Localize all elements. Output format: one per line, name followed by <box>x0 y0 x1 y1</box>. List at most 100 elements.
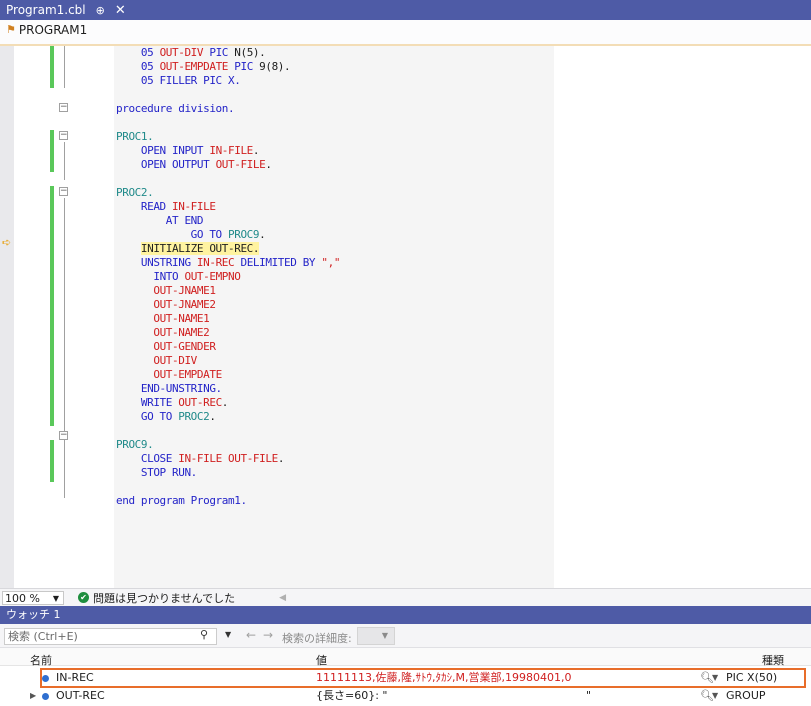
search-depth-label: 検索の詳細度: <box>282 632 352 645</box>
navigation-bar[interactable]: ⚑ PROGRAM1 <box>0 20 811 46</box>
code-line[interactable]: WRITE OUT-REC. <box>116 396 229 410</box>
code-line[interactable]: OUT-NAME1 <box>116 312 209 326</box>
code-line[interactable]: OPEN INPUT IN-FILE. <box>116 144 260 158</box>
watch-row[interactable]: ▶ OUT-REC {長さ=60}: " " 🔍︎ ▼ GROUP <box>0 688 811 704</box>
code-token: 05 <box>140 46 160 59</box>
code-token: . <box>221 396 229 409</box>
search-previous-icon[interactable]: ← <box>246 628 256 642</box>
watch-toolbar: 検索 (Ctrl+E) ⚲ ▼ ← → 検索の詳細度: ▼ <box>0 624 811 648</box>
code-token: . <box>259 228 266 241</box>
issues-status[interactable]: 問題は見つかりませんでした <box>93 590 235 606</box>
close-tab-icon[interactable]: ✕ <box>115 3 126 18</box>
zoom-value: 100 % <box>5 591 40 605</box>
outline-guide <box>64 46 65 88</box>
fold-toggle[interactable]: − <box>59 103 68 112</box>
watch-column-headers: 名前 値 種類 <box>0 648 811 668</box>
check-icon: ✔ <box>78 592 89 603</box>
column-header-type[interactable]: 種類 <box>762 652 784 668</box>
code-line[interactable]: OUT-JNAME2 <box>116 298 216 312</box>
code-line[interactable]: CLOSE IN-FILE OUT-FILE. <box>116 452 285 466</box>
code-line[interactable]: GO TO PROC9. <box>116 228 266 242</box>
watch-search-input[interactable]: 検索 (Ctrl+E) <box>4 628 217 645</box>
outline-guide <box>64 142 65 180</box>
code-token: OPEN OUTPUT <box>140 158 216 171</box>
code-token: READ <box>140 200 173 213</box>
code-token: WRITE <box>140 396 179 409</box>
program-scope-icon: ⚑ <box>6 23 16 36</box>
code-token: IN-FILE <box>209 144 253 157</box>
code-token: OUT-EMPNO <box>184 270 241 283</box>
code-token: IN-FILE <box>178 452 222 465</box>
code-line[interactable]: STOP RUN. <box>116 466 197 480</box>
zoom-dropdown[interactable]: 100 % ▼ <box>2 590 64 605</box>
editor-right-area[interactable] <box>554 46 811 588</box>
code-token: OUT-JNAME2 <box>153 298 216 311</box>
code-token: OUT-EMPDATE <box>153 368 222 381</box>
code-token: PIC <box>209 46 229 59</box>
code-token: INTO <box>153 270 185 283</box>
code-token: end program Program1. <box>116 494 247 507</box>
code-token: . <box>265 158 272 171</box>
code-line[interactable]: 05 FILLER PIC X. <box>116 74 241 88</box>
annotation-highlight-box <box>40 668 806 688</box>
code-token: OUT-DIV <box>153 354 197 367</box>
code-token: GO TO <box>140 410 179 423</box>
chevron-down-icon[interactable]: ▼ <box>712 688 718 704</box>
search-depth-dropdown[interactable]: ▼ <box>357 627 395 645</box>
fold-toggle[interactable]: − <box>59 131 68 140</box>
column-header-value[interactable]: 値 <box>316 652 327 668</box>
code-line[interactable]: UNSTRING IN-REC DELIMITED BY "," <box>116 256 341 270</box>
outline-guide <box>64 438 65 498</box>
code-token: PROC2. <box>116 186 154 199</box>
code-token: OUT-FILE <box>228 452 278 465</box>
code-line[interactable]: OUT-JNAME1 <box>116 284 216 298</box>
code-token: CLOSE <box>140 452 179 465</box>
code-line[interactable]: END-UNSTRING. <box>116 382 222 396</box>
watch-row-value[interactable]: {長さ=60}: " <box>316 688 387 704</box>
expand-icon[interactable]: ▶ <box>30 688 36 704</box>
watch-window-title[interactable]: ウォッチ 1 <box>0 606 811 624</box>
change-marker <box>50 130 54 172</box>
chevron-down-icon[interactable]: ▼ <box>225 630 231 639</box>
code-token: DELIMITED BY <box>234 256 322 269</box>
code-token: . <box>252 144 260 157</box>
code-token: STOP RUN. <box>140 466 197 479</box>
code-line[interactable]: READ IN-FILE <box>116 200 216 214</box>
chevron-down-icon: ▼ <box>52 593 59 603</box>
code-token: GO TO <box>190 228 229 241</box>
code-line[interactable]: procedure division. <box>116 102 235 116</box>
document-tab-bar: Program1.cbl ⊕ ✕ <box>0 0 811 20</box>
fold-toggle[interactable]: − <box>59 187 68 196</box>
search-icon[interactable]: ⚲ <box>200 628 208 641</box>
code-line[interactable]: OUT-NAME2 <box>116 326 209 340</box>
code-line[interactable]: end program Program1. <box>116 494 247 508</box>
code-line[interactable]: GO TO PROC2. <box>116 410 216 424</box>
code-line[interactable]: OUT-GENDER <box>116 340 216 354</box>
code-token: OUT-REC <box>178 396 222 409</box>
scroll-left-icon[interactable]: ◀ <box>279 593 286 603</box>
code-token: . <box>277 452 285 465</box>
indicator-margin[interactable] <box>0 46 14 588</box>
code-token: IN-REC <box>196 256 235 269</box>
tab-bar-accent <box>132 0 811 20</box>
code-line[interactable]: AT END <box>116 214 204 228</box>
column-header-name[interactable]: 名前 <box>30 652 52 668</box>
code-line[interactable]: PROC2. <box>116 186 154 200</box>
code-line[interactable]: 05 OUT-DIV PIC N(5). <box>116 46 266 60</box>
watch-row-value-tail: " <box>586 689 592 702</box>
code-line[interactable]: INITIALIZE OUT-REC. <box>116 242 260 256</box>
code-line[interactable]: 05 OUT-EMPDATE PIC 9(8). <box>116 60 291 74</box>
pin-icon[interactable]: ⊕ <box>96 4 105 17</box>
code-token: . <box>209 410 216 423</box>
search-next-icon[interactable]: → <box>263 628 273 642</box>
fold-toggle[interactable]: − <box>59 431 68 440</box>
document-tab[interactable]: Program1.cbl ⊕ ✕ <box>0 0 132 20</box>
code-line[interactable]: PROC9. <box>116 438 154 452</box>
code-line[interactable]: OUT-DIV <box>116 354 197 368</box>
code-line[interactable]: OUT-EMPDATE <box>116 368 222 382</box>
code-line[interactable]: PROC1. <box>116 130 154 144</box>
code-editor[interactable]: − − − − ➪ 05 OUT-DIV PIC N(5). 05 OUT-EM… <box>0 46 811 588</box>
code-token: PROC9 <box>228 228 260 241</box>
code-line[interactable]: INTO OUT-EMPNO <box>116 270 241 284</box>
code-line[interactable]: OPEN OUTPUT OUT-FILE. <box>116 158 272 172</box>
